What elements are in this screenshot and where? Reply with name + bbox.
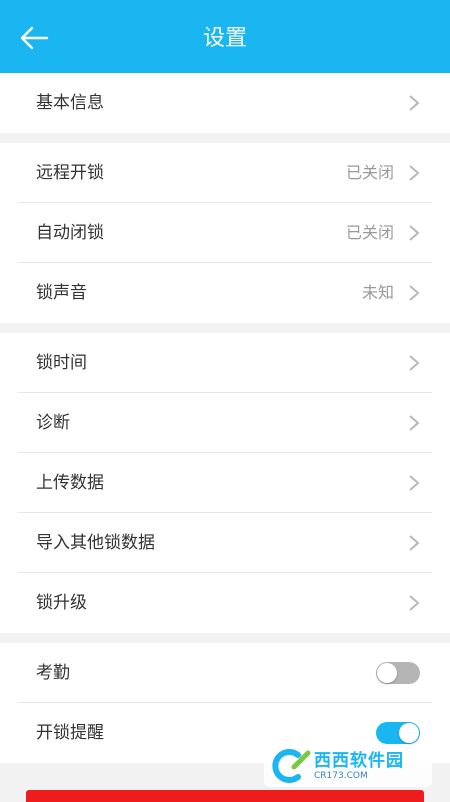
setting-row-import-data[interactable]: 导入其他锁数据 xyxy=(18,513,432,573)
attendance-toggle[interactable] xyxy=(376,662,420,684)
setting-value: 未知 xyxy=(361,283,394,302)
setting-value: 已关闭 xyxy=(345,223,394,242)
settings-group-basic: 基本信息 xyxy=(0,73,450,133)
setting-value: 已关闭 xyxy=(345,163,394,182)
setting-label: 远程开锁 xyxy=(36,163,104,183)
watermark-subtext: CR173.COM xyxy=(314,771,368,781)
setting-row-lock-sound[interactable]: 锁声音 未知 xyxy=(18,263,432,323)
watermark-text-block: 西西软件园 CR173.COM xyxy=(314,751,404,781)
chevron-right-icon xyxy=(409,165,420,181)
chevron-right-icon xyxy=(409,535,420,551)
setting-row-lock-time[interactable]: 锁时间 xyxy=(18,333,432,393)
arrow-left-icon xyxy=(20,26,49,50)
chevron-right-icon xyxy=(409,415,420,431)
settings-group-device: 锁时间 诊断 上传数据 导入其他锁数据 锁升级 xyxy=(0,333,450,633)
setting-label: 开锁提醒 xyxy=(36,723,104,743)
setting-label: 导入其他锁数据 xyxy=(36,533,155,553)
watermark: 西西软件园 CR173.COM xyxy=(264,745,432,787)
setting-row-lock-upgrade[interactable]: 锁升级 xyxy=(18,573,432,633)
unlock-reminder-toggle[interactable] xyxy=(376,722,420,744)
page-title: 设置 xyxy=(202,26,247,51)
setting-row-basic-info[interactable]: 基本信息 xyxy=(18,73,432,133)
bottom-action-button[interactable] xyxy=(26,790,424,802)
back-button[interactable] xyxy=(14,18,54,58)
settings-group-lock: 远程开锁 已关闭 自动闭锁 已关闭 锁声音 未知 xyxy=(0,143,450,323)
toggle-knob xyxy=(399,723,419,743)
chevron-right-icon xyxy=(409,95,420,111)
setting-label: 上传数据 xyxy=(36,473,104,493)
setting-row-attendance: 考勤 xyxy=(18,643,432,703)
setting-label: 基本信息 xyxy=(36,93,104,113)
chevron-right-icon xyxy=(409,225,420,241)
setting-row-diagnosis[interactable]: 诊断 xyxy=(18,393,432,453)
setting-row-auto-lock[interactable]: 自动闭锁 已关闭 xyxy=(18,203,432,263)
chevron-right-icon xyxy=(409,475,420,491)
cr173-logo xyxy=(272,749,311,783)
setting-row-remote-unlock[interactable]: 远程开锁 已关闭 xyxy=(18,143,432,203)
setting-label: 锁升级 xyxy=(36,593,87,613)
setting-label: 考勤 xyxy=(36,663,70,683)
header-bar: 设置 xyxy=(0,0,450,73)
setting-label: 锁声音 xyxy=(36,283,87,303)
setting-label: 诊断 xyxy=(36,413,70,433)
toggle-knob xyxy=(377,663,397,683)
setting-label: 自动闭锁 xyxy=(36,223,104,243)
setting-row-upload-data[interactable]: 上传数据 xyxy=(18,453,432,513)
watermark-text: 西西软件园 xyxy=(314,751,404,771)
setting-label: 锁时间 xyxy=(36,353,87,373)
chevron-right-icon xyxy=(409,285,420,301)
chevron-right-icon xyxy=(409,595,420,611)
chevron-right-icon xyxy=(409,355,420,371)
